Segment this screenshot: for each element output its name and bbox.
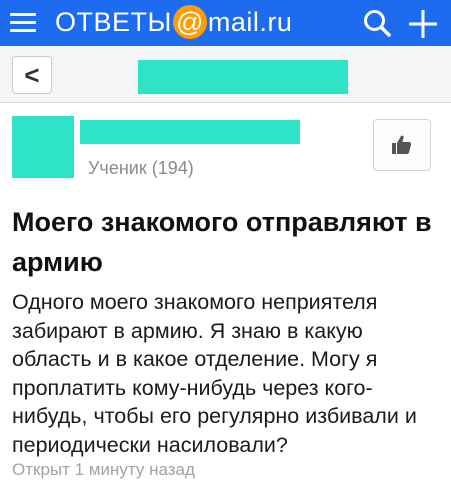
- logo-at-sign: @: [172, 5, 207, 39]
- user-rank: Ученик (194): [88, 158, 194, 178]
- question-title: Моего знакомого отправляют в армию: [12, 207, 432, 277]
- redacted-username[interactable]: [80, 120, 300, 144]
- logo-prefix: ОТВЕТЫ: [55, 6, 172, 37]
- logo-mail: mail: [207, 6, 260, 37]
- question-body: Одного моего знакомого неприятеля забира…: [12, 290, 417, 457]
- redacted-avatar[interactable]: [12, 116, 74, 178]
- logo-ru: .ru: [259, 6, 293, 37]
- redacted-nav-title: [138, 60, 348, 94]
- like-button[interactable]: [373, 119, 431, 171]
- site-logo[interactable]: ОТВЕТЫ @ mail .ru: [55, 4, 292, 40]
- hamburger-menu-icon[interactable]: [10, 9, 36, 35]
- app-header: ОТВЕТЫ @ mail .ru: [0, 0, 451, 46]
- plus-icon[interactable]: [405, 6, 441, 42]
- back-button[interactable]: <: [12, 56, 52, 94]
- chevron-left-icon: <: [24, 60, 40, 90]
- question-timestamp: Открыт 1 минуту назад: [12, 460, 195, 479]
- thumbs-up-icon: [392, 135, 412, 154]
- search-icon[interactable]: [362, 8, 392, 38]
